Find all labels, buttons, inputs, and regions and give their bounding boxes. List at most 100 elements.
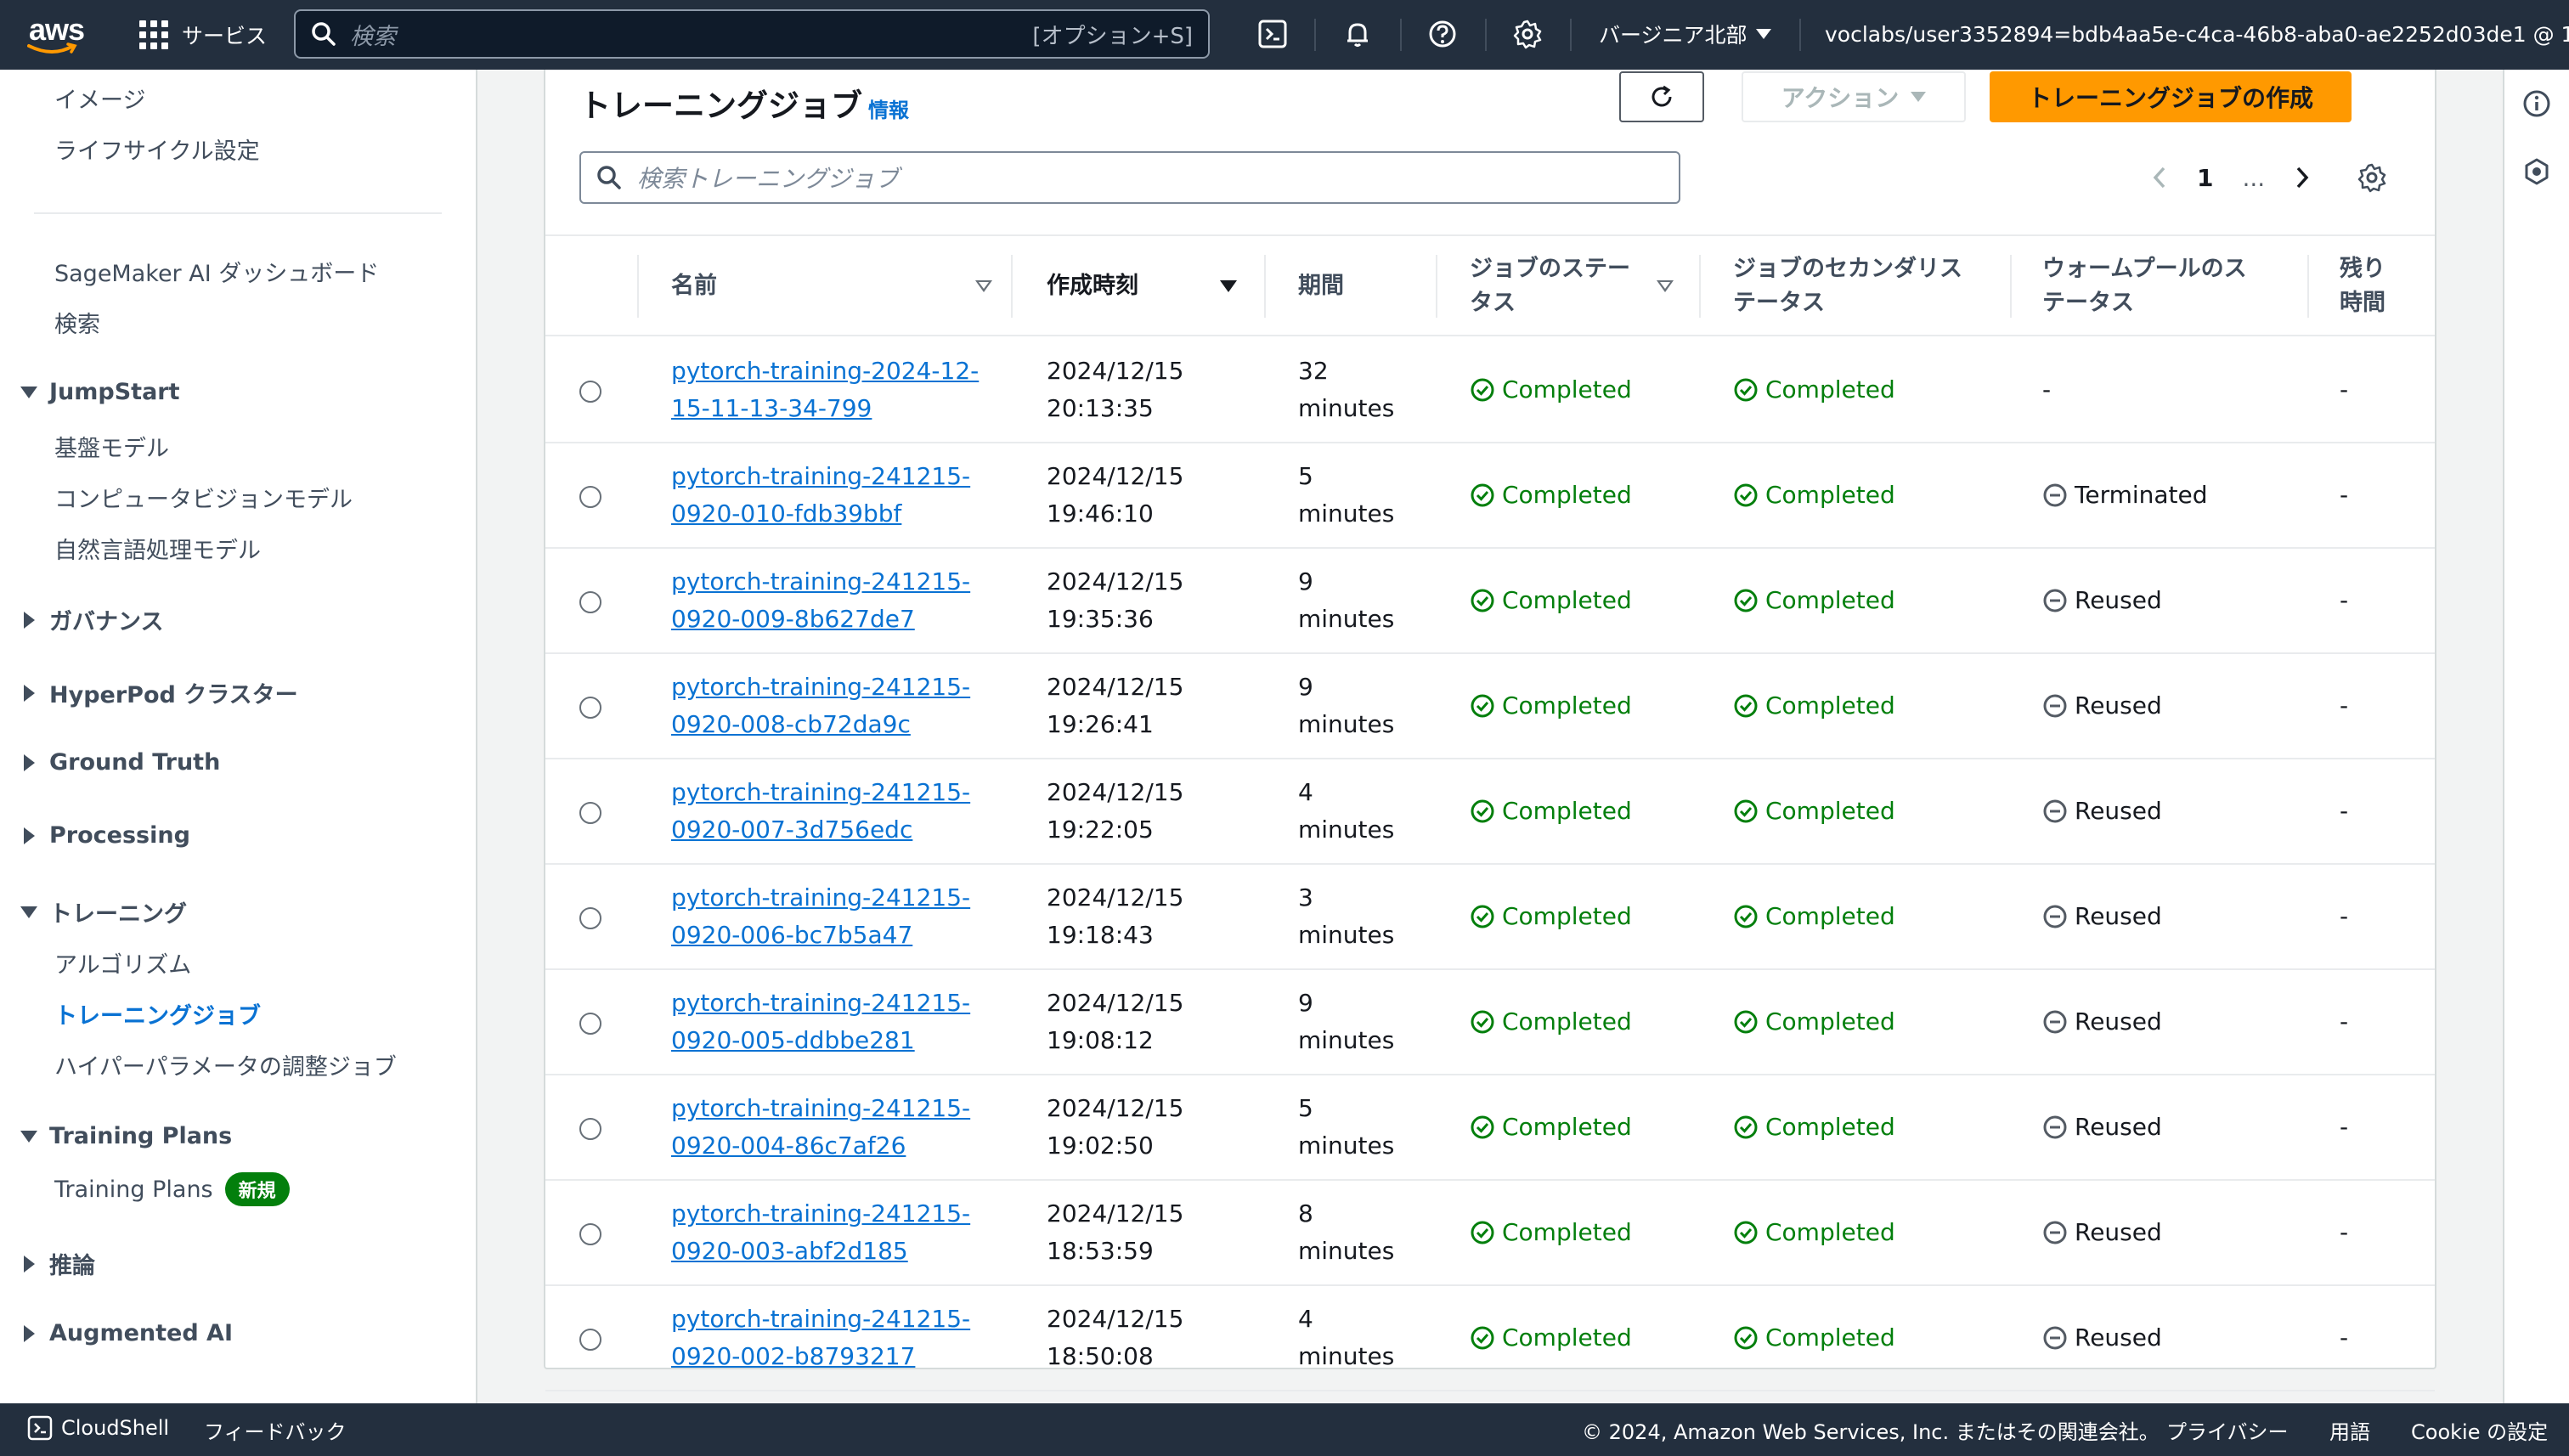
sidebar-section-training-plans[interactable]: Training Plans xyxy=(20,1123,232,1149)
create-training-job-button[interactable]: トレーニングジョブの作成 xyxy=(1990,71,2352,122)
sidebar-item-images[interactable]: イメージ xyxy=(54,82,145,115)
check-circle-icon xyxy=(1471,1010,1494,1034)
table-row[interactable]: pytorch-training-241215- 0920-008-cb72da9… xyxy=(545,654,2435,759)
page-ellipsis: ... xyxy=(2242,163,2266,192)
sidebar-item-hpo-jobs[interactable]: ハイパーパラメータの調整ジョブ xyxy=(54,1048,397,1081)
check-circle-icon xyxy=(1734,694,1758,718)
created-time: 2024/12/15 19:08:12 xyxy=(1047,989,1184,1054)
job-name-link[interactable]: pytorch-training-241215- 0920-003-abf2d18… xyxy=(671,1181,970,1284)
account-menu[interactable]: voclabs/user3352894=bdb4aa5e-c4ca-46b8-a… xyxy=(1825,17,2569,51)
gear-icon[interactable] xyxy=(1510,17,1544,51)
job-name-link[interactable]: pytorch-training-241215- 0920-005-ddbbe28… xyxy=(671,970,970,1074)
sidebar-item-cv-models[interactable]: コンピュータビジョンモデル xyxy=(54,481,353,514)
table-row[interactable]: pytorch-training-241215- 0920-002-b879321… xyxy=(545,1286,2435,1391)
table-row[interactable]: pytorch-training-241215- 0920-007-3d756ed… xyxy=(545,759,2435,865)
cloudshell-link[interactable]: CloudShell xyxy=(27,1415,169,1441)
help-icon[interactable] xyxy=(1426,17,1460,51)
row-select-radio[interactable] xyxy=(579,381,601,403)
row-select-radio[interactable] xyxy=(579,1013,601,1035)
column-header-remaining[interactable]: 残り 時間 xyxy=(2340,236,2386,336)
cookie-settings-link[interactable]: Cookie の設定 xyxy=(2411,1415,2548,1445)
row-select-radio[interactable] xyxy=(579,1118,601,1140)
training-job-search-input[interactable]: 検索トレーニングジョブ xyxy=(579,151,1680,204)
bell-icon[interactable] xyxy=(1341,17,1375,51)
column-header-created[interactable]: 作成時刻 xyxy=(1047,236,1138,336)
secondary-status: Completed xyxy=(1733,1181,1895,1284)
sidebar-item-training-plans[interactable]: Training Plans 新規 xyxy=(54,1172,290,1206)
sidebar-item-algorithms[interactable]: アルゴリズム xyxy=(54,946,191,979)
row-select-radio[interactable] xyxy=(579,591,601,613)
row-select-radio[interactable] xyxy=(579,1223,601,1245)
region-selector[interactable]: バージニア北部 xyxy=(1599,17,1771,51)
sort-icon[interactable] xyxy=(1657,280,1674,292)
job-name-link[interactable]: pytorch-training-241215- 0920-010-fdb39bb… xyxy=(671,443,970,547)
column-header-warmpool-status[interactable]: ウォームプールのス テータス xyxy=(2042,236,2247,336)
sidebar-section-hyperpod[interactable]: HyperPod クラスター xyxy=(20,676,298,709)
hexagon-icon[interactable] xyxy=(2521,156,2552,187)
table-row[interactable]: pytorch-training-241215- 0920-004-86c7af2… xyxy=(545,1075,2435,1181)
job-name-link[interactable]: pytorch-training-2024-12- 15-11-13-34-799 xyxy=(671,338,979,442)
warmpool-status: Reused xyxy=(2042,970,2162,1074)
sidebar-section-augmented-ai[interactable]: Augmented AI xyxy=(20,1320,233,1346)
privacy-link[interactable]: プライバシー xyxy=(2166,1415,2289,1445)
job-name-link[interactable]: pytorch-training-241215- 0920-004-86c7af2… xyxy=(671,1075,970,1179)
services-menu[interactable]: サービス xyxy=(139,15,267,54)
check-circle-icon xyxy=(1471,1115,1494,1139)
sidebar-section-training[interactable]: トレーニング xyxy=(20,895,187,928)
column-header-secondary-status[interactable]: ジョブのセカンダリス テータス xyxy=(1733,236,1962,336)
page-number[interactable]: 1 xyxy=(2197,164,2213,192)
job-name-link[interactable]: pytorch-training-241215- 0920-008-cb72da9… xyxy=(671,654,970,758)
row-select-radio[interactable] xyxy=(579,907,601,929)
job-name-link[interactable]: pytorch-training-241215- 0920-006-bc7b5a4… xyxy=(671,865,970,968)
sort-descending-icon[interactable] xyxy=(1220,280,1237,292)
job-name-link[interactable]: pytorch-training-241215- 0920-002-b879321… xyxy=(671,1286,970,1390)
sidebar-section-ground-truth[interactable]: Ground Truth xyxy=(20,749,220,776)
aws-logo[interactable]: aws xyxy=(25,8,90,59)
table-row[interactable]: pytorch-training-241215- 0920-005-ddbbe28… xyxy=(545,970,2435,1075)
sidebar-item-lifecycle[interactable]: ライフサイクル設定 xyxy=(54,133,260,166)
info-icon[interactable] xyxy=(2521,88,2552,119)
job-name-link[interactable]: pytorch-training-241215- 0920-009-8b627de… xyxy=(671,549,970,652)
column-header-name[interactable]: 名前 xyxy=(671,236,717,336)
sidebar-item-foundation-models[interactable]: 基盤モデル xyxy=(54,430,169,463)
sidebar-section-governance[interactable]: ガバナンス xyxy=(20,603,163,636)
table-row[interactable]: pytorch-training-241215- 0920-003-abf2d18… xyxy=(545,1181,2435,1286)
caret-right-icon xyxy=(24,611,35,629)
sidebar-item-dashboard[interactable]: SageMaker AI ダッシュボード xyxy=(54,255,379,288)
feedback-link[interactable]: フィードバック xyxy=(204,1415,347,1445)
sidebar-section-processing[interactable]: Processing xyxy=(20,822,190,849)
column-header-status[interactable]: ジョブのステー タス xyxy=(1470,236,1630,336)
sort-icon[interactable] xyxy=(975,280,992,292)
table-row[interactable]: pytorch-training-241215- 0920-006-bc7b5a4… xyxy=(545,865,2435,970)
column-header-duration[interactable]: 期間 xyxy=(1298,236,1344,336)
sidebar-item-search[interactable]: 検索 xyxy=(54,306,100,339)
row-select-radio[interactable] xyxy=(579,486,601,508)
refresh-icon xyxy=(1652,85,1672,107)
global-search-input[interactable]: 検索 [オプション+S] xyxy=(294,9,1210,59)
duration: 5 minutes xyxy=(1298,1094,1395,1160)
chevron-right-icon[interactable] xyxy=(2294,165,2311,190)
nav-divider xyxy=(1400,19,1402,51)
sidebar-item-training-jobs[interactable]: トレーニングジョブ xyxy=(54,997,261,1030)
job-name-link[interactable]: pytorch-training-241215- 0920-007-3d756ed… xyxy=(671,759,970,863)
terms-link[interactable]: 用語 xyxy=(2329,1415,2370,1445)
row-select-radio[interactable] xyxy=(579,1329,601,1351)
sidebar-section-jumpstart[interactable]: JumpStart xyxy=(20,379,180,405)
table-row[interactable]: pytorch-training-241215- 0920-010-fdb39bb… xyxy=(545,443,2435,549)
row-select-radio[interactable] xyxy=(579,802,601,824)
gear-icon[interactable] xyxy=(2357,162,2387,193)
check-circle-icon xyxy=(1734,483,1758,507)
actions-button[interactable]: アクション xyxy=(1742,71,1966,122)
cloudshell-icon[interactable] xyxy=(1256,17,1290,51)
refresh-button[interactable] xyxy=(1619,71,1704,122)
check-circle-icon xyxy=(1734,1326,1758,1350)
grid-icon xyxy=(139,20,168,49)
table-row[interactable]: pytorch-training-241215- 0920-009-8b627de… xyxy=(545,549,2435,654)
table-row[interactable]: pytorch-training-2024-12- 15-11-13-34-799… xyxy=(545,338,2435,443)
row-select-radio[interactable] xyxy=(579,697,601,719)
chevron-left-icon[interactable] xyxy=(2151,165,2168,190)
info-link[interactable]: 情報 xyxy=(868,93,909,123)
sidebar-item-nlp-models[interactable]: 自然言語処理モデル xyxy=(54,532,261,565)
sidebar-section-inference[interactable]: 推論 xyxy=(20,1247,95,1280)
created-time: 2024/12/15 19:35:36 xyxy=(1047,567,1184,633)
